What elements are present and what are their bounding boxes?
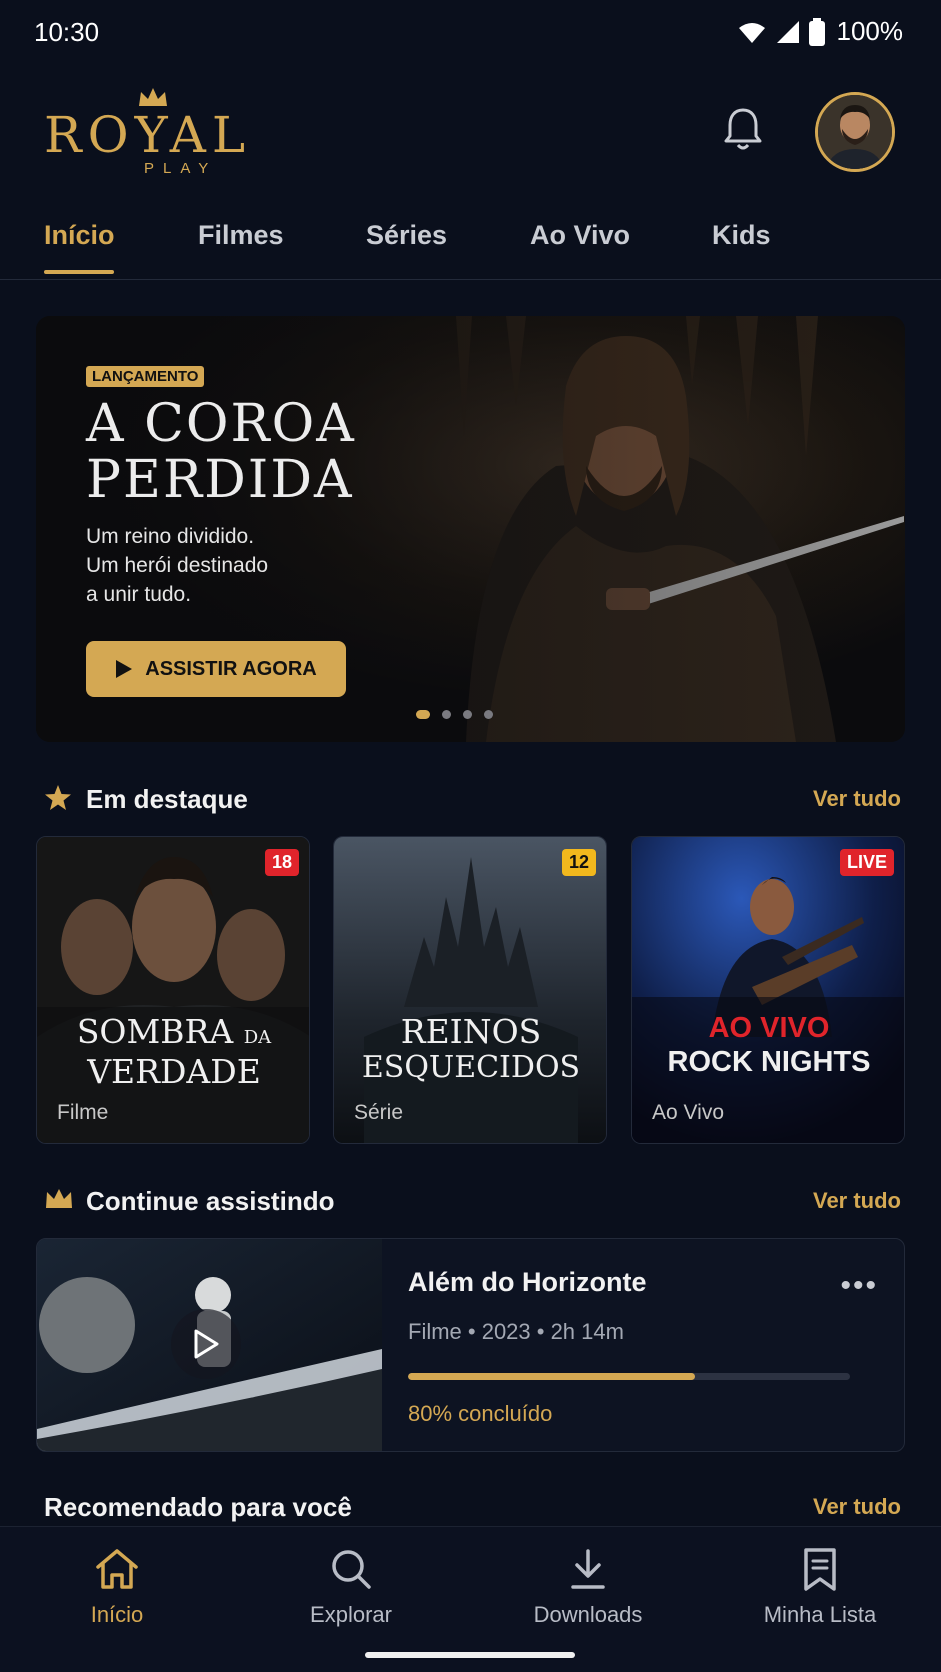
age-rating-badge: 12 [561,849,596,876]
card-type: Filme [57,1101,109,1124]
carousel-indicators [416,710,493,719]
battery-percent: 100% [836,16,904,46]
featured-section-header: Em destaque Ver tudo [44,780,901,820]
continue-meta: Filme • 2023 • 2h 14m [408,1319,624,1344]
card-artwork [37,837,309,1143]
card-title-part: ESQUECIDOS [361,1050,581,1085]
carousel-dot[interactable] [484,710,493,719]
hero-desc-line-2: Um herói destinado [86,554,269,577]
battery-icon [808,17,825,46]
status-bar: 10:30 100% [0,0,941,66]
card-title: AO VIVO ROCK NIGHTS [632,1011,904,1079]
nav-label: Explorar [310,1602,392,1627]
section-title: Recomendado para você [44,1492,352,1522]
crown-icon [46,1189,72,1208]
tab-series[interactable]: Séries [366,220,447,251]
nav-minha-lista[interactable]: Minha Lista [725,1547,915,1628]
see-all-link[interactable]: Ver tudo [813,1494,901,1520]
release-badge: LANÇAMENTO [86,366,205,387]
section-title: Continue assistindo [86,1186,335,1216]
tab-ao-vivo[interactable]: Ao Vivo [530,220,630,251]
age-rating-badge: 18 [264,849,299,876]
watch-now-button[interactable]: ASSISTIR AGORA [86,641,346,697]
see-all-link[interactable]: Ver tudo [813,1188,901,1214]
card-title-part: REINOS [400,1012,542,1051]
more-options-icon[interactable]: ••• [840,1269,878,1303]
home-icon [96,1549,138,1589]
card-title: REINOS ESQUECIDOS [334,1012,606,1085]
app-logo[interactable]: ROYAL PLAY [44,86,264,177]
nav-label: Downloads [533,1602,643,1627]
nav-explorar[interactable]: Explorar [256,1547,446,1628]
section-title: Em destaque [86,784,248,814]
hero-title-line-1: A COROA [86,394,356,454]
live-badge: LIVE [839,849,894,876]
download-icon [571,1549,605,1589]
play-icon [116,660,133,678]
crown-icon [139,88,167,106]
card-type: Ao Vivo [652,1101,724,1124]
tab-kids[interactable]: Kids [712,220,771,251]
logo-text: ROYAL [44,106,252,164]
progress-fill [408,1373,696,1380]
nav-label: Início [90,1602,144,1627]
card-artwork [334,837,606,1143]
continue-section-header: Continue assistindo Ver tudo [44,1182,901,1222]
card-title-part: AO VIVO [708,1012,830,1044]
resume-play-button[interactable] [171,1309,241,1379]
active-tab-indicator [44,270,114,274]
play-icon [194,1329,219,1359]
nav-inicio[interactable]: Início [22,1547,212,1628]
home-indicator[interactable] [365,1652,575,1658]
carousel-dot[interactable] [442,710,451,719]
avatar-image [818,95,892,169]
carousel-dot[interactable] [463,710,472,719]
hero-banner[interactable]: LANÇAMENTO A COROA PERDIDA Um reino divi… [36,316,905,742]
featured-card[interactable]: 18 SOMBRA DA VERDADE Filme [36,836,310,1144]
nav-downloads[interactable]: Downloads [493,1547,683,1628]
hero-description: Um reino dividido. Um herói destinado a … [86,522,336,609]
bookmark-list-icon [804,1548,836,1591]
tab-inicio[interactable]: Início [44,220,115,251]
profile-avatar[interactable] [815,92,895,172]
bell-icon[interactable] [722,106,764,152]
app-header: ROYAL PLAY [0,80,941,180]
wifi-icon [738,22,765,43]
hero-title: A COROA PERDIDA [86,396,356,508]
status-icons: 100% [737,16,904,47]
card-title-part: ROCK NIGHTS [667,1046,871,1078]
category-tabs: Início Filmes Séries Ao Vivo Kids [0,200,941,280]
card-title: SOMBRA DA VERDADE [37,1012,309,1091]
continue-title: Além do Horizonte [408,1267,647,1297]
logo-subtext: PLAY [144,160,218,177]
recommended-section-header: Recomendado para você Ver tudo [44,1488,901,1528]
featured-card[interactable]: 12 REINOS ESQUECIDOS Série [333,836,607,1144]
card-artwork [632,837,904,1143]
hero-title-line-2: PERDIDA [86,450,354,510]
star-icon [45,785,71,810]
carousel-dot[interactable] [416,710,430,719]
card-title-part: VERDADE [87,1052,261,1091]
tab-filmes[interactable]: Filmes [198,220,284,251]
progress-bar [408,1373,850,1380]
hero-desc-line-3: a unir tudo. [86,583,192,606]
hero-desc-line-1: Um reino dividido. [86,525,255,548]
signal-icon [776,20,799,43]
status-time: 10:30 [34,17,100,47]
search-icon [332,1550,371,1589]
continue-watching-card[interactable]: Além do Horizonte Filme • 2023 • 2h 14m … [36,1238,905,1452]
card-title-part: DA [243,1027,272,1048]
progress-label: 80% concluído [408,1401,553,1426]
watch-now-label: ASSISTIR AGORA [145,657,317,680]
card-type: Série [354,1101,404,1124]
bottom-navigation: Início Explorar Downloads Minha Lista [0,1526,941,1672]
card-title-part: SOMBRA [76,1012,234,1051]
featured-card[interactable]: LIVE AO VIVO ROCK NIGHTS Ao Vivo [631,836,905,1144]
see-all-link[interactable]: Ver tudo [813,786,901,812]
nav-label: Minha Lista [763,1602,877,1627]
